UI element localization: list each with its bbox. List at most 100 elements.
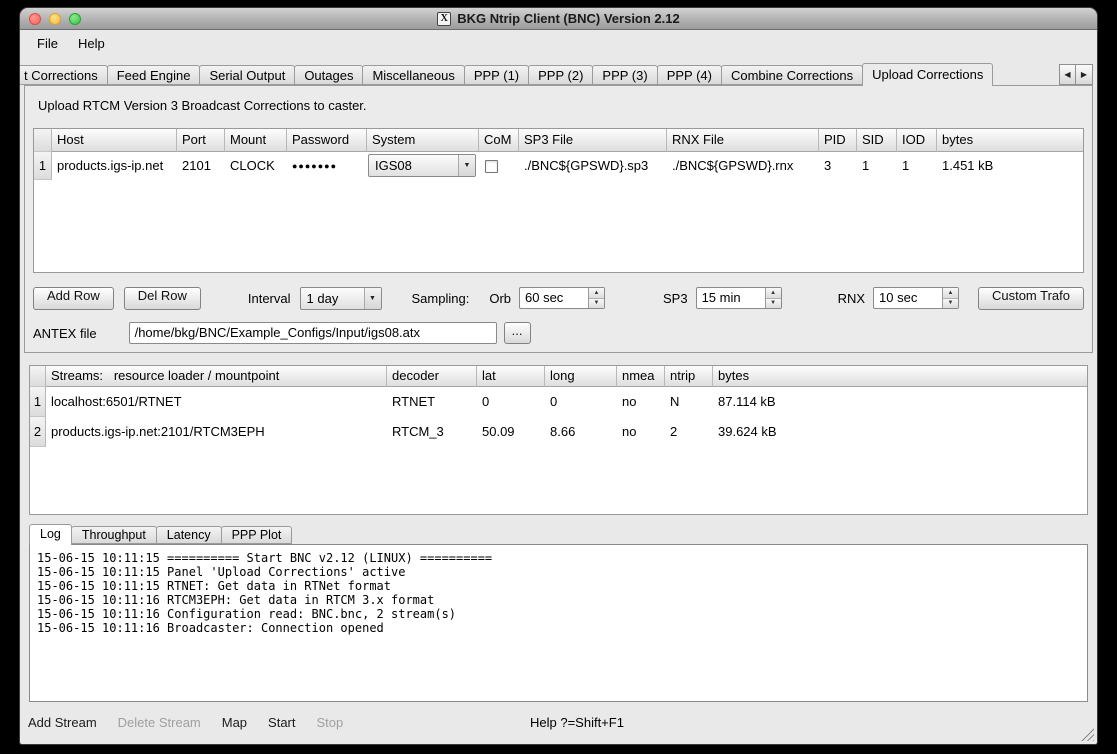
upload-corrections-pane: Upload RTCM Version 3 Broadcast Correcti…: [24, 85, 1093, 353]
tab-ppp-2[interactable]: PPP (2): [528, 65, 593, 85]
host-cell[interactable]: products.igs-ip.net: [52, 152, 177, 180]
col-iod: IOD: [897, 129, 937, 152]
chevron-down-icon[interactable]: ▼: [458, 155, 475, 176]
col-ntrip: ntrip: [665, 366, 713, 387]
tab-upload-corrections[interactable]: Upload Corrections: [862, 63, 993, 86]
start-button[interactable]: Start: [268, 715, 295, 730]
tab-ppp-3[interactable]: PPP (3): [592, 65, 657, 85]
col-mount: Mount: [225, 129, 287, 152]
tab-combine-corrections[interactable]: Combine Corrections: [721, 65, 863, 85]
tab-latency[interactable]: Latency: [156, 526, 222, 544]
tab-ppp-4[interactable]: PPP (4): [657, 65, 722, 85]
log-output[interactable]: 15-06-15 10:11:15 ========== Start BNC v…: [29, 544, 1088, 702]
mountpoint-cell[interactable]: products.igs-ip.net:2101/RTCM3EPH: [46, 417, 387, 447]
log-line: 15-06-15 10:11:16 RTCM3EPH: Get data in …: [37, 593, 1080, 607]
antex-browse-button[interactable]: ...: [504, 322, 531, 344]
window-title: BKG Ntrip Client (BNC) Version 2.12: [457, 11, 679, 26]
password-cell[interactable]: ●●●●●●●: [287, 152, 367, 180]
spin-down-icon[interactable]: ▼: [766, 299, 781, 309]
antex-file-input[interactable]: /home/bkg/BNC/Example_Configs/Input/igs0…: [129, 322, 497, 344]
log-tabbar: Log Throughput Latency PPP Plot: [29, 524, 1088, 545]
tab-throughput[interactable]: Throughput: [71, 526, 157, 544]
sp3-file-cell[interactable]: ./BNC${GPSWD}.sp3: [519, 152, 667, 180]
tab-ppp-1[interactable]: PPP (1): [464, 65, 529, 85]
zoom-window-button[interactable]: [69, 13, 81, 25]
decoder-cell[interactable]: RTNET: [387, 387, 477, 417]
streams-table: Streams: resource loader / mountpoint de…: [29, 365, 1088, 515]
add-stream-button[interactable]: Add Stream: [28, 715, 97, 730]
port-cell[interactable]: 2101: [177, 152, 225, 180]
row-index[interactable]: 1: [34, 152, 52, 180]
add-row-button[interactable]: Add Row: [33, 287, 114, 310]
spin-buttons: ▲ ▼: [765, 288, 781, 308]
col-com: CoM: [479, 129, 519, 152]
orb-label: Orb: [489, 291, 511, 306]
spin-up-icon[interactable]: ▲: [943, 288, 958, 299]
del-row-button[interactable]: Del Row: [124, 287, 201, 310]
log-widget: Log Throughput Latency PPP Plot 15-06-15…: [29, 524, 1088, 702]
mountpoint-cell[interactable]: localhost:6501/RTNET: [46, 387, 387, 417]
help-shortcut-label: Help ?=Shift+F1: [530, 715, 624, 730]
rnx-file-cell[interactable]: ./BNC${GPSWD}.rnx: [667, 152, 819, 180]
iod-cell[interactable]: 1: [897, 152, 937, 180]
col-port: Port: [177, 129, 225, 152]
spin-up-icon[interactable]: ▲: [766, 288, 781, 299]
interval-combobox[interactable]: 1 day ▼: [300, 287, 382, 310]
bytes-cell: 87.114 kB: [713, 387, 1087, 417]
col-host: Host: [52, 129, 177, 152]
sid-cell[interactable]: 1: [857, 152, 897, 180]
tab-miscellaneous[interactable]: Miscellaneous: [362, 65, 464, 85]
lat-cell[interactable]: 50.09: [477, 417, 545, 447]
sp3-sampling-spinbox[interactable]: 15 min ▲ ▼: [696, 287, 782, 309]
menu-help[interactable]: Help: [69, 33, 114, 54]
antex-row: ANTEX file /home/bkg/BNC/Example_Configs…: [33, 321, 1084, 345]
close-window-button[interactable]: [29, 13, 41, 25]
upload-controls-row: Add Row Del Row Interval 1 day ▼ Samplin…: [33, 286, 1084, 310]
pid-cell[interactable]: 3: [819, 152, 857, 180]
minimize-window-button[interactable]: [49, 13, 61, 25]
system-combobox[interactable]: IGS08 ▼: [368, 154, 476, 177]
rnx-sampling-spinbox[interactable]: 10 sec ▲ ▼: [873, 287, 959, 309]
tab-outages[interactable]: Outages: [294, 65, 363, 85]
nmea-cell[interactable]: no: [617, 417, 665, 447]
delete-stream-button[interactable]: Delete Stream: [118, 715, 201, 730]
decoder-cell[interactable]: RTCM_3: [387, 417, 477, 447]
tab-broadcast-corrections[interactable]: t Corrections: [20, 65, 108, 85]
lat-cell[interactable]: 0: [477, 387, 545, 417]
tab-scroll-left-icon[interactable]: ◀: [1059, 64, 1076, 85]
titlebar[interactable]: X BKG Ntrip Client (BNC) Version 2.12: [20, 8, 1097, 30]
tab-serial-output[interactable]: Serial Output: [199, 65, 295, 85]
tab-log[interactable]: Log: [29, 524, 72, 545]
nmea-cell[interactable]: no: [617, 387, 665, 417]
long-cell[interactable]: 0: [545, 387, 617, 417]
sp3-label: SP3: [663, 291, 688, 306]
stop-button[interactable]: Stop: [317, 715, 344, 730]
com-checkbox[interactable]: [485, 160, 498, 173]
menu-file[interactable]: File: [28, 33, 67, 54]
col-rnx-file: RNX File: [667, 129, 819, 152]
ntrip-cell[interactable]: N: [665, 387, 713, 417]
row-index[interactable]: 1: [30, 387, 46, 417]
long-cell[interactable]: 8.66: [545, 417, 617, 447]
spin-down-icon[interactable]: ▼: [589, 299, 604, 309]
chevron-down-icon[interactable]: ▼: [364, 288, 381, 309]
col-nmea: nmea: [617, 366, 665, 387]
tab-ppp-plot[interactable]: PPP Plot: [221, 526, 293, 544]
menubar: File Help: [20, 30, 1097, 56]
system-cell: IGS08 ▼: [367, 152, 479, 180]
col-bytes: bytes: [713, 366, 1087, 387]
rnx-label: RNX: [838, 291, 865, 306]
tab-scroll-right-icon[interactable]: ▶: [1076, 64, 1093, 85]
ntrip-cell[interactable]: 2: [665, 417, 713, 447]
map-button[interactable]: Map: [222, 715, 247, 730]
tab-feed-engine[interactable]: Feed Engine: [107, 65, 201, 85]
orb-sampling-spinbox[interactable]: 60 sec ▲ ▼: [519, 287, 605, 309]
spin-buttons: ▲ ▼: [942, 288, 958, 308]
spin-up-icon[interactable]: ▲: [589, 288, 604, 299]
mount-cell[interactable]: CLOCK: [225, 152, 287, 180]
interval-label: Interval: [248, 291, 291, 306]
main-tabbar: t Corrections Feed Engine Serial Output …: [20, 63, 1097, 86]
spin-down-icon[interactable]: ▼: [943, 299, 958, 309]
custom-trafo-button[interactable]: Custom Trafo: [978, 287, 1084, 310]
row-index[interactable]: 2: [30, 417, 46, 447]
